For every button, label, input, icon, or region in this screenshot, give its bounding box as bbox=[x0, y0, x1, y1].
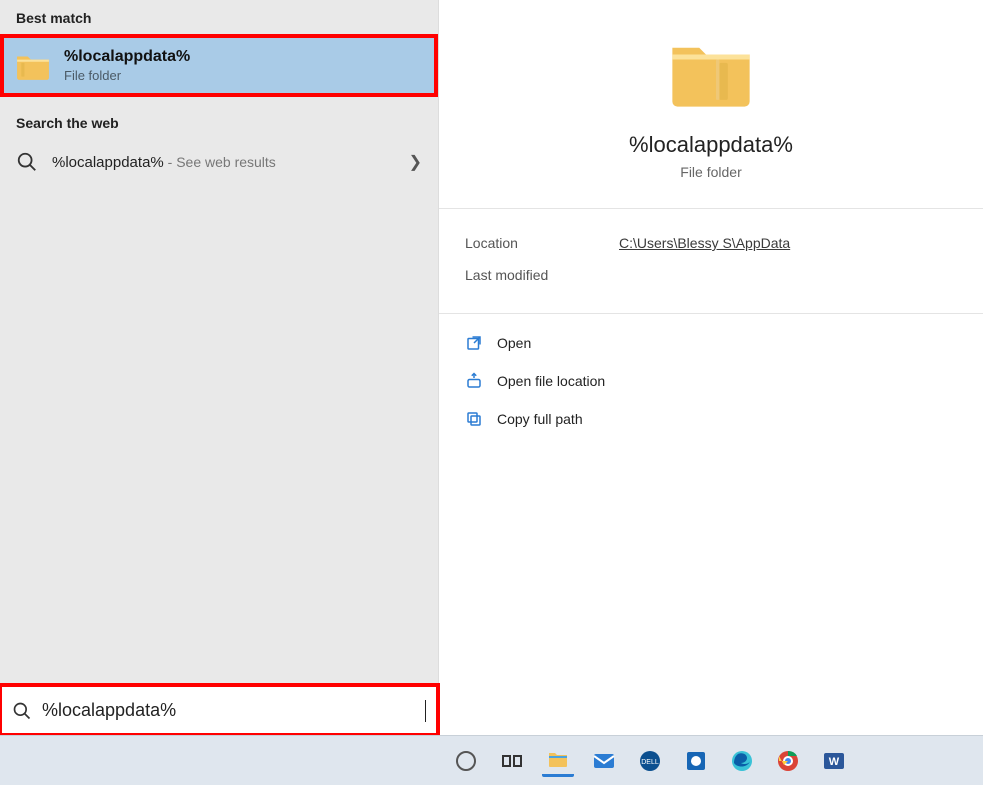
main-area: Best match %localappdata% File folder Se… bbox=[0, 0, 983, 735]
dell-icon[interactable]: DELL bbox=[634, 745, 666, 777]
copy-icon bbox=[465, 410, 483, 428]
action-open-location[interactable]: Open file location bbox=[455, 362, 967, 400]
text-caret bbox=[425, 700, 426, 722]
best-match-subtitle: File folder bbox=[64, 68, 190, 83]
search-icon bbox=[12, 701, 32, 721]
window-root: Best match %localappdata% File folder Se… bbox=[0, 0, 983, 785]
details-panel: %localappdata% File folder Location C:\U… bbox=[438, 0, 983, 735]
best-match-text: %localappdata% File folder bbox=[64, 48, 190, 83]
file-explorer-icon[interactable] bbox=[542, 745, 574, 777]
dell-support-icon[interactable] bbox=[680, 745, 712, 777]
search-input[interactable] bbox=[42, 700, 415, 721]
open-icon bbox=[465, 334, 483, 352]
action-copy-path[interactable]: Copy full path bbox=[455, 400, 967, 438]
meta-row-location: Location C:\Users\Blessy S\AppData bbox=[465, 227, 957, 259]
location-link[interactable]: C:\Users\Blessy S\AppData bbox=[619, 235, 790, 251]
web-result-text: %localappdata% - See web results bbox=[52, 154, 395, 171]
search-box[interactable] bbox=[0, 685, 438, 735]
folder-large-icon bbox=[669, 36, 753, 110]
search-results-panel: Best match %localappdata% File folder Se… bbox=[0, 0, 438, 735]
location-label: Location bbox=[465, 235, 585, 251]
modified-label: Last modified bbox=[465, 267, 585, 283]
web-search-result[interactable]: %localappdata% - See web results ❯ bbox=[0, 139, 438, 185]
taskbar-icons: DELL W bbox=[438, 745, 850, 777]
detail-title: %localappdata% bbox=[463, 132, 959, 158]
action-open[interactable]: Open bbox=[455, 324, 967, 362]
svg-text:DELL: DELL bbox=[641, 759, 659, 766]
results-spacer bbox=[0, 185, 438, 685]
web-result-suffix: - See web results bbox=[164, 154, 276, 170]
best-match-result[interactable]: %localappdata% File folder bbox=[0, 34, 438, 97]
details-head: %localappdata% File folder bbox=[439, 0, 983, 208]
location-icon bbox=[465, 372, 483, 390]
best-match-title: %localappdata% bbox=[64, 48, 190, 66]
actions-list: Open Open file location Copy full path bbox=[439, 314, 983, 448]
meta-row-modified: Last modified bbox=[465, 259, 957, 291]
task-view-icon[interactable] bbox=[496, 745, 528, 777]
search-icon bbox=[16, 151, 38, 173]
detail-subtitle: File folder bbox=[463, 164, 959, 180]
details-meta: Location C:\Users\Blessy S\AppData Last … bbox=[439, 209, 983, 313]
chevron-right-icon: ❯ bbox=[409, 152, 422, 172]
action-open-location-label: Open file location bbox=[497, 373, 605, 389]
chrome-icon[interactable] bbox=[772, 745, 804, 777]
web-result-title: %localappdata% bbox=[52, 154, 164, 171]
best-match-header: Best match bbox=[0, 0, 438, 34]
taskbar: DELL W bbox=[0, 735, 983, 785]
edge-icon[interactable] bbox=[726, 745, 758, 777]
action-open-label: Open bbox=[497, 335, 531, 351]
folder-icon bbox=[16, 51, 50, 81]
action-copy-path-label: Copy full path bbox=[497, 411, 583, 427]
web-section-header: Search the web bbox=[0, 97, 438, 139]
word-icon[interactable]: W bbox=[818, 745, 850, 777]
mail-icon[interactable] bbox=[588, 745, 620, 777]
cortana-icon[interactable] bbox=[450, 745, 482, 777]
svg-text:W: W bbox=[829, 756, 840, 768]
